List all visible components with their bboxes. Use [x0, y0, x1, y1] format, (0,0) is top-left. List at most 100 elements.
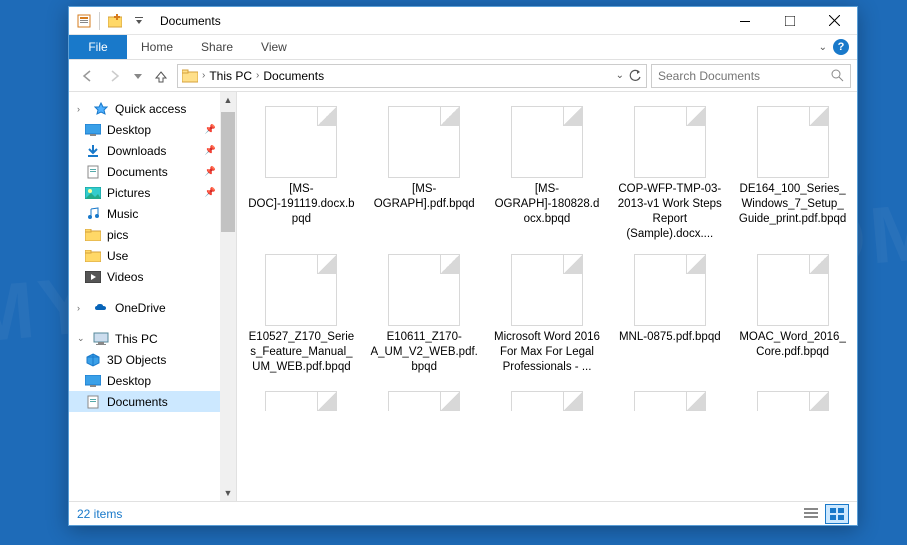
new-folder-icon[interactable] [104, 10, 126, 32]
explorer-body: › Quick access Desktop 📌 Downloads 📌 Doc [69, 92, 857, 501]
file-item[interactable]: Microsoft Word 2016 For Max For Legal Pr… [487, 250, 608, 379]
file-tab[interactable]: File [69, 35, 127, 59]
file-item[interactable] [609, 387, 730, 415]
breadcrumb-this-pc[interactable]: This PC [209, 69, 252, 83]
close-button[interactable] [812, 7, 857, 35]
address-bar[interactable]: › This PC › Documents ⌄ [177, 64, 647, 88]
refresh-icon[interactable] [628, 69, 642, 83]
back-button[interactable] [75, 64, 99, 88]
file-icon [634, 254, 706, 326]
sidebar-item-3d-objects[interactable]: 3D Objects [69, 349, 236, 370]
file-label: [MS-OGRAPH]-180828.docx.bpqd [492, 182, 602, 227]
sidebar-item-desktop-pc[interactable]: Desktop [69, 370, 236, 391]
file-item[interactable] [487, 387, 608, 415]
sidebar-quick-access[interactable]: › Quick access [69, 98, 236, 119]
tab-home[interactable]: Home [127, 35, 187, 59]
file-item[interactable] [241, 387, 362, 415]
file-list: [MS-DOC]-191119.docx.bpqd[MS-OGRAPH].pdf… [237, 92, 857, 501]
forward-button[interactable] [103, 64, 127, 88]
chevron-right-icon[interactable]: › [256, 70, 259, 81]
chevron-right-icon[interactable]: › [202, 70, 205, 81]
sidebar-this-pc[interactable]: ⌄ This PC [69, 328, 236, 349]
scrollbar-thumb[interactable] [221, 112, 235, 232]
file-item[interactable] [732, 387, 853, 415]
file-item[interactable]: COP-WFP-TMP-03-2013-v1 Work Steps Report… [609, 102, 730, 246]
view-icons-button[interactable] [825, 504, 849, 524]
file-item[interactable]: [MS-OGRAPH]-180828.docx.bpqd [487, 102, 608, 246]
file-item[interactable]: E10611_Z170-A_UM_V2_WEB.pdf.bpqd [364, 250, 485, 379]
file-icon [757, 391, 829, 411]
help-icon[interactable]: ? [833, 39, 849, 55]
window-title: Documents [160, 14, 221, 28]
tab-share[interactable]: Share [187, 35, 247, 59]
address-dropdown-icon[interactable]: ⌄ [616, 70, 624, 81]
file-icon [265, 254, 337, 326]
pin-icon: 📌 [205, 187, 216, 198]
search-box[interactable] [651, 64, 851, 88]
documents-icon [85, 394, 101, 410]
file-item[interactable]: E10527_Z170_Series_Feature_Manual_UM_WEB… [241, 250, 362, 379]
sidebar-label: OneDrive [115, 301, 166, 315]
sidebar-item-label: Music [107, 207, 138, 221]
maximize-button[interactable] [767, 7, 812, 35]
ribbon-expand-icon[interactable]: ⌄ [819, 42, 827, 53]
folder-icon [85, 248, 101, 264]
videos-icon [85, 269, 101, 285]
file-icon [757, 106, 829, 178]
pin-icon: 📌 [205, 166, 216, 177]
properties-icon[interactable] [73, 10, 95, 32]
search-input[interactable] [658, 69, 825, 83]
breadcrumb-documents[interactable]: Documents [263, 69, 324, 83]
file-item[interactable]: MNL-0875.pdf.bpqd [609, 250, 730, 379]
sidebar-item-videos[interactable]: Videos [69, 266, 236, 287]
sidebar-item-pictures[interactable]: Pictures 📌 [69, 182, 236, 203]
sidebar-item-desktop[interactable]: Desktop 📌 [69, 119, 236, 140]
sidebar-label: Quick access [115, 102, 186, 116]
minimize-button[interactable] [722, 7, 767, 35]
explorer-window: Documents File Home Share View ⌄ ? › Thi… [68, 6, 858, 526]
file-item[interactable]: [MS-OGRAPH].pdf.bpqd [364, 102, 485, 246]
up-button[interactable] [149, 64, 173, 88]
window-controls [722, 7, 857, 35]
navigation-pane: › Quick access Desktop 📌 Downloads 📌 Doc [69, 92, 237, 501]
3d-icon [85, 352, 101, 368]
file-icon [265, 391, 337, 411]
sidebar-item-label: Desktop [107, 123, 151, 137]
scroll-up-icon[interactable]: ▲ [220, 92, 236, 108]
sidebar-item-documents[interactable]: Documents 📌 [69, 161, 236, 182]
tab-view[interactable]: View [247, 35, 301, 59]
divider [99, 12, 100, 30]
file-icon [511, 254, 583, 326]
sidebar-onedrive[interactable]: › OneDrive [69, 297, 236, 318]
sidebar-item-music[interactable]: Music [69, 203, 236, 224]
file-item[interactable]: DE164_100_Series_Windows_7_Setup_Guide_p… [732, 102, 853, 246]
file-item[interactable]: MOAC_Word_2016_Core.pdf.bpqd [732, 250, 853, 379]
file-item[interactable]: [MS-DOC]-191119.docx.bpqd [241, 102, 362, 246]
chevron-right-icon: › [77, 303, 87, 313]
star-icon [93, 101, 109, 117]
sidebar-item-label: Pictures [107, 186, 150, 200]
sidebar-item-pics[interactable]: pics [69, 224, 236, 245]
file-label: [MS-OGRAPH].pdf.bpqd [369, 182, 479, 212]
sidebar-item-label: Use [107, 249, 128, 263]
sidebar-item-use[interactable]: Use [69, 245, 236, 266]
onedrive-icon [93, 300, 109, 316]
file-icon [634, 391, 706, 411]
sidebar-item-downloads[interactable]: Downloads 📌 [69, 140, 236, 161]
recent-dropdown-icon[interactable] [131, 64, 145, 88]
scroll-down-icon[interactable]: ▼ [220, 485, 236, 501]
qat-dropdown-icon[interactable] [128, 10, 150, 32]
titlebar: Documents [69, 7, 857, 35]
sidebar-item-documents-pc[interactable]: Documents [69, 391, 236, 412]
item-count: 22 items [77, 507, 122, 521]
file-icon [634, 106, 706, 178]
downloads-icon [85, 143, 101, 159]
sidebar-item-label: Videos [107, 270, 143, 284]
file-icon [388, 254, 460, 326]
sidebar-scrollbar[interactable]: ▲ ▼ [220, 92, 236, 501]
documents-icon [85, 164, 101, 180]
file-label: E10611_Z170-A_UM_V2_WEB.pdf.bpqd [369, 330, 479, 375]
file-item[interactable] [364, 387, 485, 415]
view-details-button[interactable] [799, 504, 823, 524]
folder-icon [182, 68, 198, 84]
